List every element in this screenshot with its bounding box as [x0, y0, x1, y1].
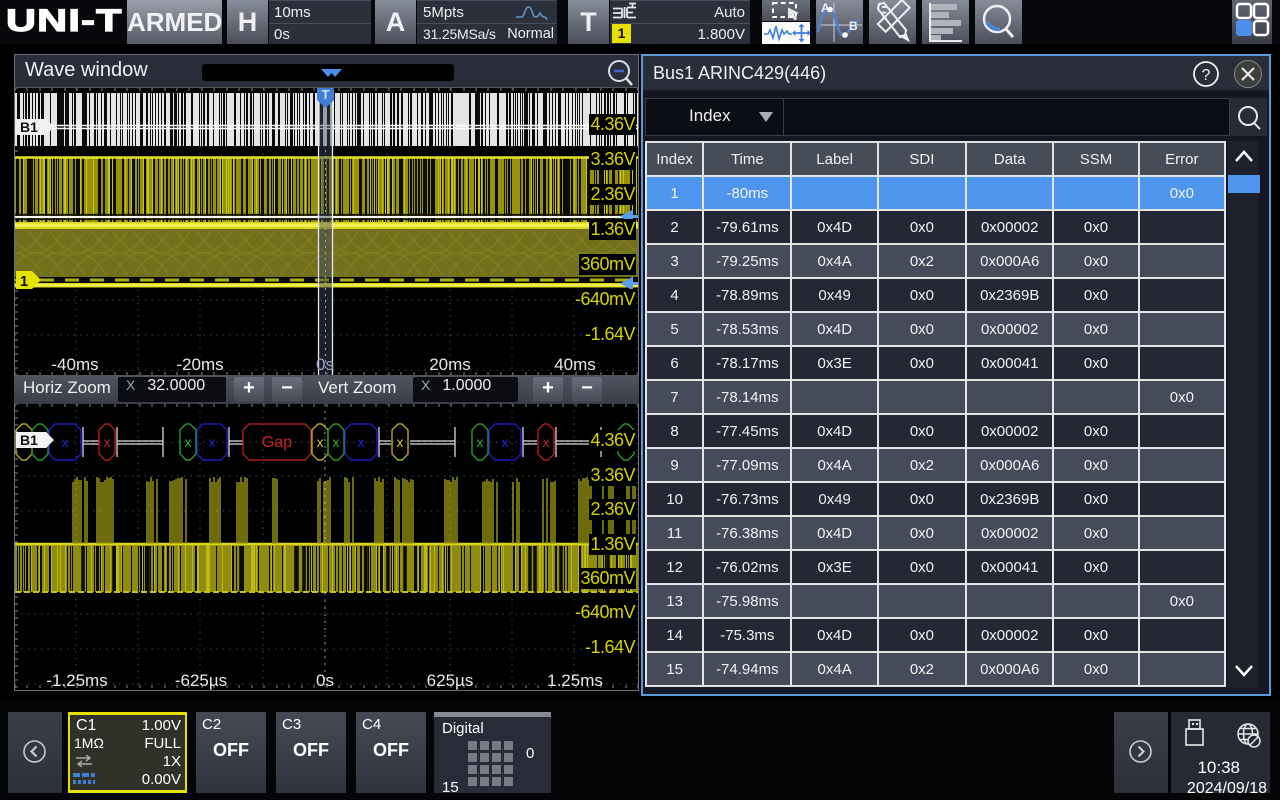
svg-text:B1: B1 [20, 119, 38, 135]
svg-text:x: x [209, 434, 216, 450]
svg-text:x: x [358, 434, 365, 450]
svg-text:1: 1 [20, 273, 28, 290]
svg-text:Gap: Gap [262, 434, 292, 451]
svg-text:x: x [317, 434, 324, 450]
svg-text:x: x [104, 434, 111, 450]
svg-text:x: x [477, 434, 484, 450]
svg-text:B: B [849, 19, 858, 33]
svg-text:x: x [62, 434, 69, 450]
svg-text:A: A [821, 1, 830, 15]
svg-text:?: ? [1202, 67, 1211, 84]
svg-text:B1: B1 [20, 432, 38, 448]
svg-text:x: x [397, 434, 404, 450]
svg-text:x: x [185, 434, 192, 450]
svg-text:x: x [502, 434, 509, 450]
svg-text:x: x [333, 434, 340, 450]
svg-text:T: T [322, 88, 330, 102]
svg-text:x: x [543, 434, 550, 450]
